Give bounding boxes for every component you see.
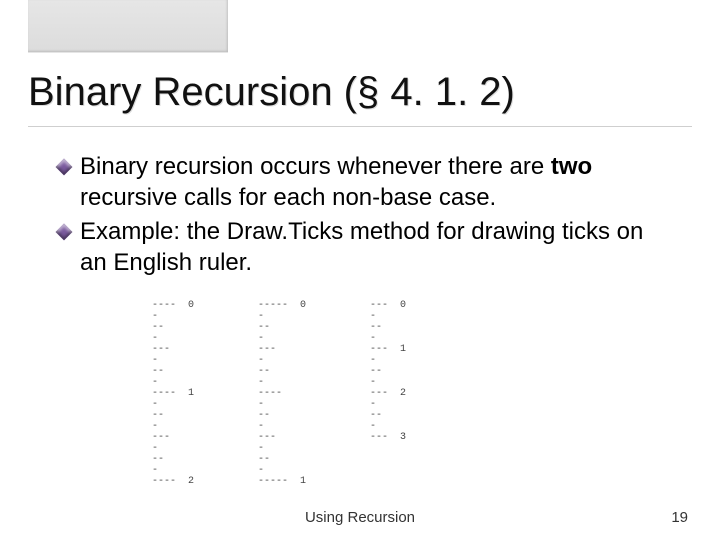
slide-body: Binary recursion occurs whenever there a…: [82, 152, 660, 283]
bullet-2-text: Example: the Draw.Ticks method for drawi…: [80, 217, 660, 278]
diamond-icon: [56, 224, 73, 241]
bullet-1-bold: two: [551, 153, 592, 180]
diamond-icon: [56, 159, 73, 176]
bullet-1-post: recursive calls for each non-base case.: [80, 184, 496, 211]
ruler-figure: ---- 0 - -- - --- - -- - ---- 1 - -- - -…: [152, 300, 406, 487]
ruler-col-0: ---- 0 - -- - --- - -- - ---- 1 - -- - -…: [152, 300, 194, 487]
bullet-1-pre: Binary recursion occurs whenever there a…: [80, 153, 551, 180]
ruler-col-2: --- 0 - -- - --- 1 - -- - --- 2 - -- - -…: [370, 300, 406, 487]
ruler-col-1: ----- 0 - -- - --- - -- - ---- - -- - --…: [258, 300, 306, 487]
bullet-2: Example: the Draw.Ticks method for drawi…: [82, 217, 660, 278]
slide: Binary Recursion (§ 4. 1. 2) Binary recu…: [0, 0, 720, 540]
footer-center: Using Recursion: [0, 509, 720, 526]
header-tab: [28, 0, 228, 52]
title-rule: [28, 126, 692, 127]
page-number: 19: [671, 509, 688, 526]
slide-title: Binary Recursion (§ 4. 1. 2): [28, 70, 515, 114]
bullet-1-text: Binary recursion occurs whenever there a…: [80, 152, 660, 213]
bullet-1: Binary recursion occurs whenever there a…: [82, 152, 660, 213]
